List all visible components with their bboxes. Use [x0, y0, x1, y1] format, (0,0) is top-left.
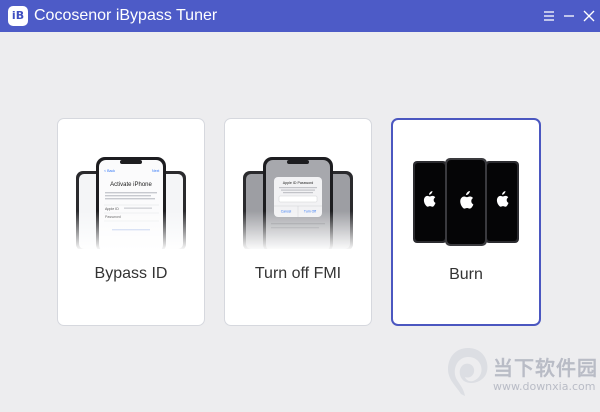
phone-apple-id-label: Apple ID	[105, 207, 119, 211]
burn-card[interactable]: Burn	[391, 118, 541, 326]
close-icon[interactable]	[580, 6, 598, 26]
iphone-activation-screen-illustration: < Back Next Activate iPhone Apple ID Pas…	[58, 155, 204, 251]
watermark-site-name: 当下软件园	[493, 358, 598, 380]
bypass-id-card[interactable]: < Back Next Activate iPhone Apple ID Pas…	[57, 118, 205, 326]
app-logo-text: iB	[11, 9, 25, 22]
dialog-title-text: Apple ID Password	[283, 181, 314, 185]
phone-back-text: < Back	[104, 169, 115, 173]
iphone-apple-logo-illustration	[393, 158, 539, 254]
burn-label: Burn	[449, 266, 483, 283]
phone-activate-title: Activate iPhone	[110, 182, 152, 188]
bypass-id-label: Bypass ID	[94, 265, 168, 282]
phone-next-text: Next	[152, 169, 159, 173]
hamburger-menu-icon[interactable]	[540, 6, 558, 26]
turn-off-fmi-card[interactable]: Apple ID Password Cancel Turn Off Turn o…	[224, 118, 372, 326]
site-watermark: 当下软件园 www.downxia.com	[445, 346, 598, 406]
watermark-site-url: www.downxia.com	[493, 380, 596, 393]
watermark-logo-icon	[448, 348, 488, 396]
title-bar[interactable]: iB Cocosenor iBypass Tuner	[0, 0, 600, 32]
app-title: Cocosenor iBypass Tuner	[34, 7, 218, 24]
turn-off-fmi-label: Turn off FMI	[254, 265, 342, 282]
minimize-icon[interactable]	[560, 6, 578, 26]
iphone-apple-id-password-dialog-illustration: Apple ID Password Cancel Turn Off	[225, 155, 371, 251]
app-window: iB Cocosenor iBypass Tuner < Back Next A…	[0, 0, 600, 412]
app-logo-icon: iB	[8, 6, 28, 26]
